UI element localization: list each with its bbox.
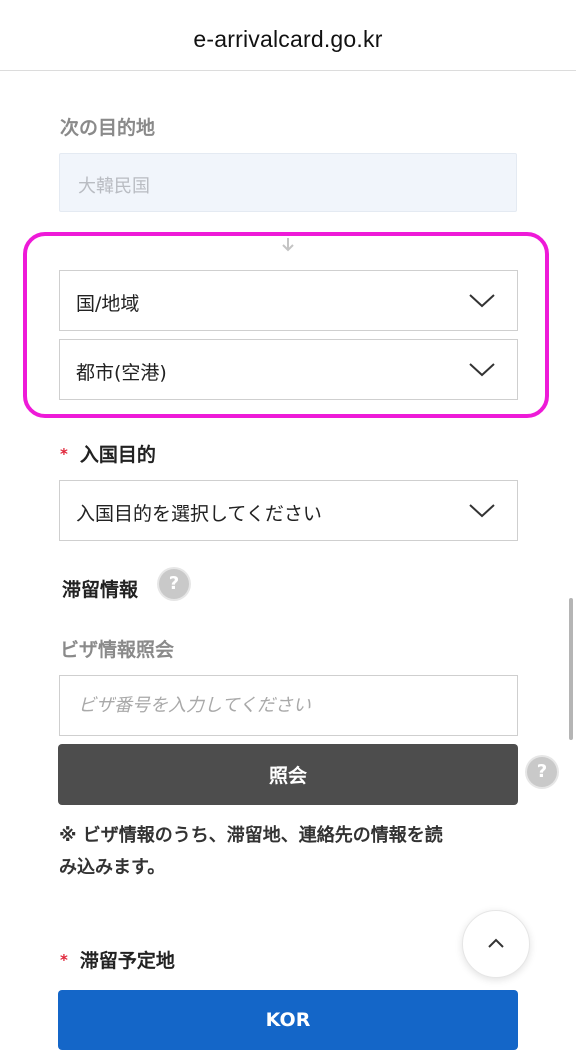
country-select-label: 国/地域 — [76, 293, 140, 315]
required-mark: * — [60, 951, 68, 969]
visa-number-input[interactable] — [59, 675, 518, 736]
url-text: e-arrivalcard.go.kr — [193, 26, 383, 52]
required-mark: * — [60, 445, 68, 463]
chevron-down-icon — [469, 294, 495, 308]
browser-address-bar[interactable]: e-arrivalcard.go.kr — [0, 0, 576, 71]
purpose-select-placeholder: 入国目的を選択してください — [76, 503, 322, 525]
country-select[interactable]: 国/地域 — [59, 270, 518, 331]
visa-note-line: ※ ビザ情報のうち、滞留地、連絡先の情報を読 — [59, 825, 443, 846]
purpose-label: * 入国目的 — [60, 440, 156, 467]
purpose-select[interactable]: 入国目的を選択してください — [59, 480, 518, 541]
purpose-label-text: 入国目的 — [79, 444, 156, 466]
next-destination-field: 大韓民国 — [59, 153, 517, 212]
chevron-up-icon — [488, 938, 504, 948]
visa-note-line: み込みます。 — [59, 857, 166, 878]
visa-inquiry-label: ビザ情報照会 — [60, 639, 175, 661]
scrollbar[interactable] — [569, 598, 573, 740]
country-code-button[interactable]: KOR — [58, 990, 518, 1050]
visa-inquiry-button[interactable]: 照会 — [58, 744, 518, 805]
visa-note: ※ ビザ情報のうち、滞留地、連絡先の情報を読 み込みます。 — [59, 820, 529, 884]
next-destination-value: 大韓民国 — [78, 176, 150, 197]
stay-address-label-text: 滞留予定地 — [79, 950, 175, 972]
help-icon[interactable]: ? — [159, 569, 189, 599]
next-destination-label: 次の目的地 — [60, 117, 156, 139]
stay-info-title: 滞留情報 — [62, 579, 139, 601]
city-select-label: 都市(空港) — [76, 362, 167, 384]
stay-address-label: * 滞留予定地 — [60, 946, 175, 973]
city-select[interactable]: 都市(空港) — [59, 339, 518, 400]
chevron-down-icon — [469, 363, 495, 377]
scroll-to-top-button[interactable] — [462, 910, 530, 978]
chevron-down-icon — [469, 504, 495, 518]
help-icon[interactable]: ? — [527, 757, 557, 787]
